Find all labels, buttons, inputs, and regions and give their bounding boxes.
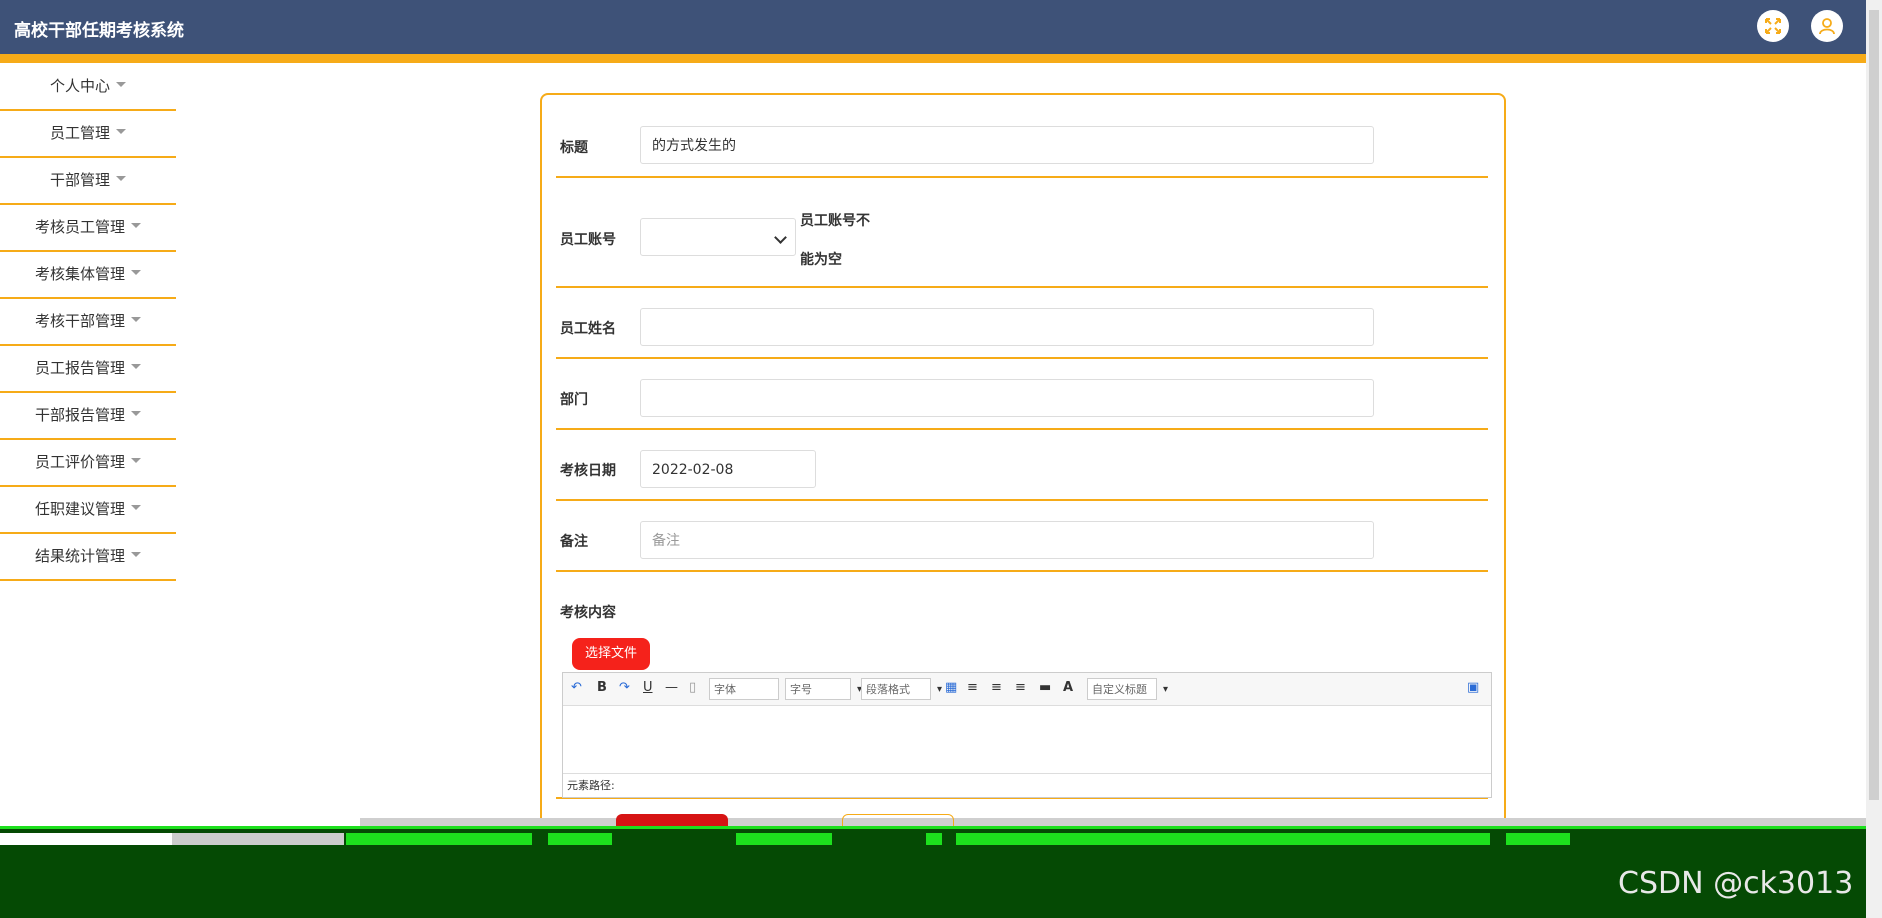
account-error-line1: 员工账号不	[800, 213, 870, 229]
account-select[interactable]	[640, 218, 796, 256]
form-row-dept: 部门	[556, 359, 1488, 430]
remark-label: 备注	[560, 534, 588, 550]
form-card: 标题 的方式发生的 员工账号 员工账号不 能为空 员工姓名 部门 考核日期 20…	[540, 93, 1506, 835]
content-label: 考核内容	[560, 605, 616, 621]
title-input[interactable]: 的方式发生的	[640, 126, 1374, 164]
caret-down-icon	[116, 129, 126, 134]
font-color-icon[interactable]: A	[1063, 680, 1073, 695]
sidebar-item-appointment-advice[interactable]: 任职建议管理	[0, 487, 176, 534]
sidebar-item-label: 员工评价管理	[34, 453, 125, 471]
align-left-icon[interactable]: ≡	[967, 680, 978, 695]
date-input[interactable]: 2022-02-08	[640, 450, 816, 488]
account-error-line2: 能为空	[800, 252, 842, 268]
form-row-date: 考核日期 2022-02-08	[556, 430, 1488, 501]
caret-down-icon	[131, 364, 141, 369]
align-center-icon[interactable]: ≡	[1015, 680, 1026, 695]
font-family-select[interactable]: 字体	[709, 678, 790, 701]
caret-down-icon	[131, 223, 141, 228]
caret-down-icon	[116, 82, 126, 87]
caret-down-icon	[131, 317, 141, 322]
sidebar-item-cadre-report[interactable]: 干部报告管理	[0, 393, 176, 440]
editor-toolbar: ↶ B ↷ U — ▯ 字体 字号 段落格式 ▦ ≡ ≡ ≡ ▬ A 自定义标题…	[563, 673, 1491, 706]
watermark: CSDN @ck3013	[1618, 866, 1854, 901]
sidebar-item-collective-assessment[interactable]: 考核集体管理	[0, 252, 176, 299]
overlay-segment	[956, 833, 1490, 845]
form-row-name: 员工姓名	[556, 288, 1488, 359]
overlay-segment	[548, 833, 612, 845]
scrollbar-thumb[interactable]	[1869, 10, 1879, 800]
bold-icon[interactable]: B	[597, 680, 607, 695]
underline-icon[interactable]: U	[643, 680, 653, 695]
sidebar-item-label: 干部报告管理	[34, 406, 125, 424]
sidebar-item-label: 任职建议管理	[34, 500, 125, 518]
form-row-account: 员工账号 员工账号不 能为空	[556, 178, 1488, 288]
overlay-segment	[736, 833, 832, 845]
page-icon[interactable]: ▯	[689, 680, 696, 695]
custom-title-select[interactable]: 自定义标题	[1087, 678, 1168, 701]
redo-icon[interactable]: ↷	[619, 680, 630, 695]
sidebar: 个人中心 员工管理 干部管理 考核员工管理 考核集体管理 考核干部管理 员工报告…	[0, 64, 176, 581]
align-right-icon[interactable]: ≡	[991, 680, 1002, 695]
caret-down-icon	[131, 552, 141, 557]
dept-label: 部门	[560, 392, 588, 408]
sidebar-item-label: 干部管理	[49, 171, 110, 189]
name-input[interactable]	[640, 308, 1374, 346]
sidebar-item-employee-evaluation[interactable]: 员工评价管理	[0, 440, 176, 487]
choose-file-button[interactable]: 选择文件	[572, 638, 650, 670]
sidebar-item-label: 考核员工管理	[34, 218, 125, 236]
sidebar-item-result-statistics[interactable]: 结果统计管理	[0, 534, 176, 581]
sidebar-item-personal-center[interactable]: 个人中心	[0, 64, 176, 111]
dept-input[interactable]	[640, 379, 1374, 417]
preview-icon[interactable]: ▣	[1467, 680, 1479, 695]
name-label: 员工姓名	[560, 321, 616, 337]
overlay-segment	[926, 833, 942, 845]
form-row-remark: 备注 备注	[556, 501, 1488, 572]
sidebar-item-label: 个人中心	[49, 77, 110, 95]
remark-input[interactable]: 备注	[640, 521, 1374, 559]
sidebar-item-label: 结果统计管理	[34, 547, 125, 565]
sidebar-item-cadre-assessment[interactable]: 考核干部管理	[0, 299, 176, 346]
font-size-select[interactable]: 字号	[785, 678, 862, 701]
fullscreen-icon[interactable]	[1757, 10, 1789, 42]
table-icon[interactable]: ▦	[945, 680, 957, 695]
caret-down-icon	[116, 176, 126, 181]
paragraph-format-select[interactable]: 段落格式	[861, 678, 942, 701]
sidebar-item-label: 员工报告管理	[34, 359, 125, 377]
rich-text-editor: ↶ B ↷ U — ▯ 字体 字号 段落格式 ▦ ≡ ≡ ≡ ▬ A 自定义标题…	[562, 672, 1492, 798]
date-label: 考核日期	[560, 463, 616, 479]
overlay-segment	[0, 833, 172, 845]
caret-down-icon	[131, 270, 141, 275]
account-label: 员工账号	[560, 232, 616, 248]
sidebar-item-cadre[interactable]: 干部管理	[0, 158, 176, 205]
horizontal-rule-icon[interactable]: —	[665, 680, 678, 695]
user-icon[interactable]	[1811, 10, 1843, 42]
caret-down-icon	[131, 458, 141, 463]
title-label: 标题	[560, 140, 588, 156]
sidebar-item-label: 员工管理	[49, 124, 110, 142]
overlay-segment	[1506, 833, 1570, 845]
overlay-segment	[346, 833, 532, 845]
vertical-scrollbar[interactable]	[1866, 0, 1882, 918]
sidebar-item-label: 考核集体管理	[34, 265, 125, 283]
undo-icon[interactable]: ↶	[571, 680, 582, 695]
sidebar-item-employee[interactable]: 员工管理	[0, 111, 176, 158]
align-justify-icon[interactable]: ▬	[1039, 680, 1051, 695]
app-title: 高校干部任期考核系统	[14, 21, 184, 41]
caret-down-icon	[131, 505, 141, 510]
sidebar-item-employee-assessment[interactable]: 考核员工管理	[0, 205, 176, 252]
element-path-bar: 元素路径:	[563, 773, 1491, 797]
form-row-title: 标题 的方式发生的	[556, 95, 1488, 178]
caret-down-icon	[131, 411, 141, 416]
sidebar-item-employee-report[interactable]: 员工报告管理	[0, 346, 176, 393]
sidebar-item-label: 考核干部管理	[34, 312, 125, 330]
top-header: 高校干部任期考核系统	[0, 0, 1866, 63]
editor-content-area[interactable]	[563, 706, 1491, 766]
chevron-down-icon	[774, 231, 787, 244]
overlay-segment	[172, 833, 344, 845]
